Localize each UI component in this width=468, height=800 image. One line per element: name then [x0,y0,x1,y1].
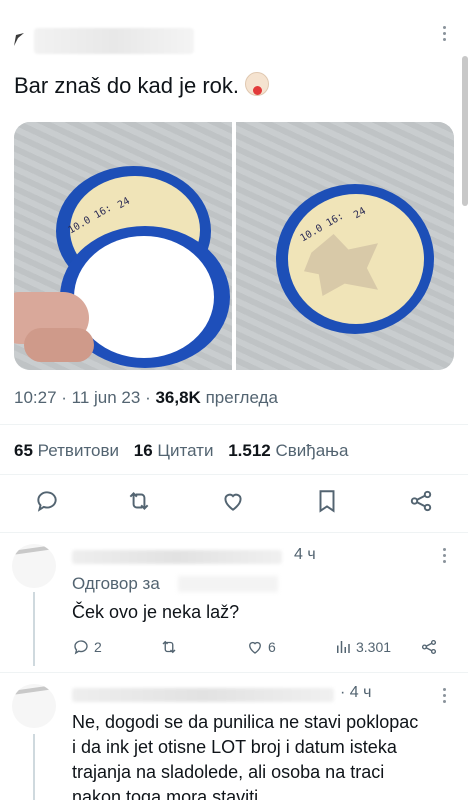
more-options-icon[interactable] [442,688,446,706]
tweet-photo-left[interactable]: 10.0 16: 24 [14,122,232,370]
views-count: 36,8K [155,388,201,407]
reply-time[interactable]: · 4 ч [340,684,371,702]
tweet-text: Bar znaš do kad je rok. [14,72,273,99]
tweet-text-body: Bar znaš do kad je rok. [14,73,240,98]
reply-avatar[interactable] [12,544,56,588]
like-count[interactable]: 6 [246,638,276,656]
reply-count-value: 2 [94,639,102,655]
divider [0,474,468,475]
tweet-stats: 65 Ретвитови 16 Цитати 1.512 Свиђања [14,441,348,461]
retweet-icon [162,640,176,654]
avatar[interactable] [12,30,30,52]
reply-author-redacted [72,688,334,702]
tweet-meta: 10:27 · 11 jun 23 · 36,8K прегледа [14,388,278,407]
quotes-label[interactable]: Цитати [157,441,213,460]
tweet-photo-right[interactable]: 10.0 16: 24 [236,122,454,370]
share-icon[interactable] [420,638,438,656]
like-icon [249,641,261,654]
clown-face-icon [242,72,273,96]
likes-count[interactable]: 1.512 [228,441,271,460]
action-bar [0,488,468,520]
divider [0,424,468,425]
views-label: прегледа [205,388,278,407]
tweet-date[interactable]: 11 jun 23 [72,388,141,407]
replying-to-user-redacted[interactable] [178,576,278,592]
more-options-icon[interactable] [442,548,446,566]
share-icon[interactable] [408,488,436,516]
bookmark-icon[interactable] [314,488,342,516]
more-options-icon[interactable] [442,26,446,44]
reply-count[interactable]: 2 [72,638,102,656]
replying-to-label: Одговор за [72,574,160,593]
hand-finger [24,328,94,362]
reply-icon[interactable] [34,488,62,516]
scrollbar[interactable] [462,56,468,206]
tweet-time[interactable]: 10:27 [14,388,57,407]
views-icon [337,641,350,653]
divider [0,672,468,673]
reply-icon [74,640,88,655]
like-count-value: 6 [268,639,276,655]
likes-label[interactable]: Свиђања [275,441,348,460]
reply-time[interactable]: 4 ч [294,546,316,564]
lid-redacted [74,236,214,358]
thread-line [33,734,35,800]
quotes-count[interactable]: 16 [134,441,153,460]
view-count-value: 3.301 [356,639,392,655]
retweets-count[interactable]: 65 [14,441,33,460]
like-icon[interactable] [220,488,248,516]
retweet-icon[interactable] [126,488,154,516]
reply-text: Ček ovo je neka laž? [72,602,240,622]
thread-line [33,592,35,666]
retweet-count[interactable] [160,638,182,656]
retweets-label[interactable]: Ретвитови [38,441,119,460]
divider [0,532,468,533]
author-name-redacted [34,28,194,54]
reply-avatar[interactable] [12,684,56,728]
reply-author-redacted [72,550,282,564]
reply-text: Ne, dogodi se da punilica ne stavi poklo… [72,712,419,800]
view-count[interactable]: 3.301 [334,638,391,656]
